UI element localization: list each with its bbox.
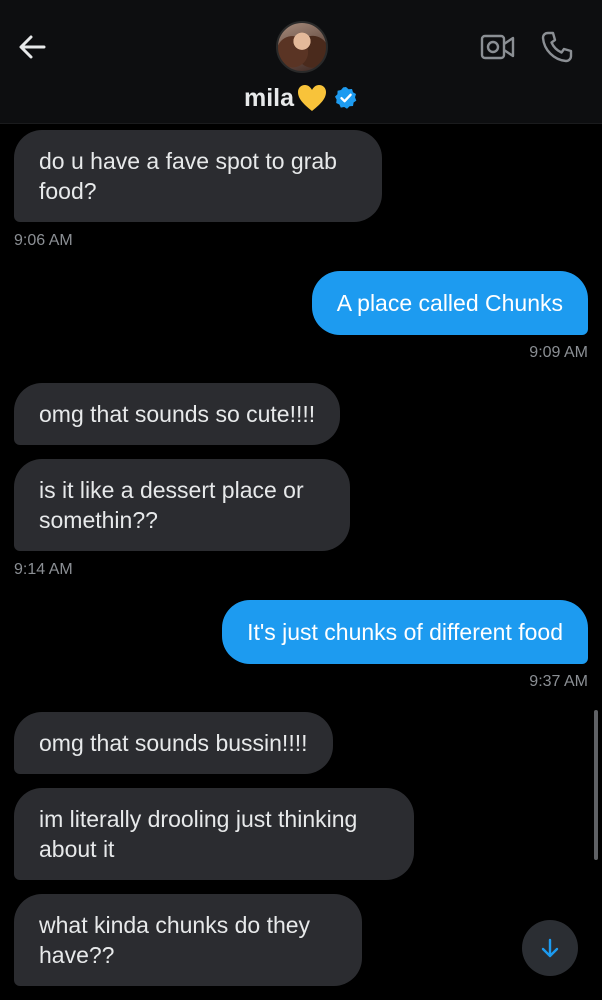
outgoing-message[interactable]: It's just chunks of different food (222, 600, 588, 664)
scroll-to-bottom-button[interactable] (522, 920, 578, 976)
incoming-message[interactable]: do u have a fave spot to grab food? (14, 130, 382, 222)
contact-name: mila (243, 83, 295, 112)
message-timestamp: 9:37 AM (529, 673, 588, 690)
outgoing-message[interactable]: A place called Chunks (311, 271, 588, 335)
message-timestamp: 9:06 AM (14, 232, 73, 249)
verified-badge-icon (335, 87, 357, 109)
incoming-message[interactable]: omg that sounds so cute!!!! (14, 383, 341, 445)
phone-icon (541, 31, 573, 63)
incoming-message[interactable]: omg that sounds bussin!!!! (14, 712, 333, 774)
arrow-down-icon (541, 938, 559, 958)
contact-name-row[interactable]: mila (0, 81, 602, 115)
yellow-heart-icon (298, 85, 327, 111)
back-button[interactable] (16, 30, 50, 64)
scrollbar-thumb[interactable] (594, 710, 598, 860)
back-arrow-icon (19, 35, 46, 59)
phone-call-button[interactable] (540, 30, 574, 64)
incoming-message[interactable]: is it like a dessert place or somethin?? (14, 459, 350, 551)
message-timestamp: 9:09 AM (529, 344, 588, 361)
video-call-button[interactable] (480, 32, 516, 62)
contact-avatar[interactable] (276, 21, 328, 73)
incoming-message[interactable]: im literally drooling just thinking abou… (14, 788, 414, 880)
chat-header: mila (0, 0, 602, 124)
video-call-icon (480, 34, 515, 60)
message-timestamp: 9:14 AM (14, 561, 73, 578)
incoming-message[interactable]: what kinda chunks do they have?? (14, 894, 362, 986)
